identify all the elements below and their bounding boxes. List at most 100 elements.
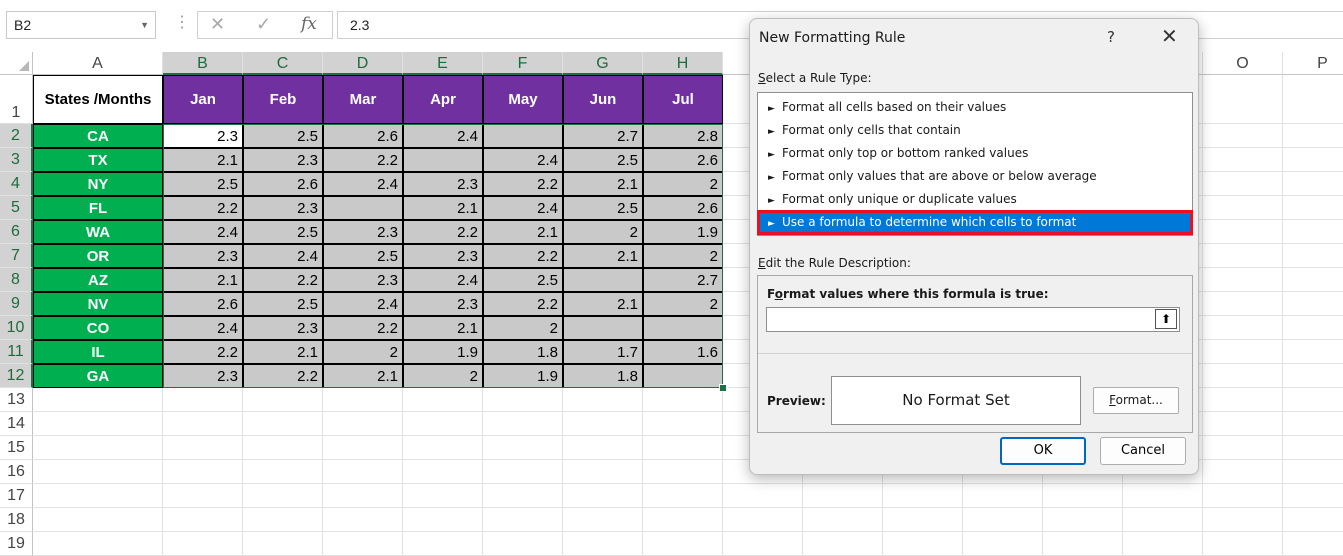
value-cell[interactable]: 2.4 [483,148,563,172]
row-header-2[interactable]: 2 [0,124,33,148]
value-cell[interactable]: 2.1 [563,292,643,316]
empty-cell[interactable] [1283,292,1343,316]
cancel-button[interactable]: Cancel [1100,437,1186,465]
value-cell[interactable]: 2.3 [163,244,243,268]
empty-cell[interactable] [1283,196,1343,220]
value-cell[interactable]: 2.2 [323,316,403,340]
empty-cell[interactable] [563,508,643,532]
empty-cell[interactable] [1203,196,1283,220]
value-cell[interactable]: 1.8 [563,364,643,388]
empty-cell[interactable] [1283,532,1343,556]
empty-cell[interactable] [1283,436,1343,460]
empty-cell[interactable] [563,532,643,556]
empty-cell[interactable] [1283,412,1343,436]
empty-cell[interactable] [403,436,483,460]
empty-cell[interactable] [563,412,643,436]
empty-cell[interactable] [1203,244,1283,268]
value-cell[interactable]: 2.1 [563,244,643,268]
empty-cell[interactable] [563,388,643,412]
empty-cell[interactable] [163,412,243,436]
state-cell[interactable]: OR [33,244,163,268]
row-header-17[interactable]: 17 [0,484,33,508]
empty-cell[interactable] [1283,316,1343,340]
empty-cell[interactable] [483,532,563,556]
value-cell[interactable]: 2.2 [243,268,323,292]
column-header-a[interactable]: A [33,52,163,75]
chevron-down-icon[interactable]: ▼ [140,12,149,38]
empty-cell[interactable] [1283,268,1343,292]
row-header-11[interactable]: 11 [0,340,33,364]
empty-cell[interactable] [1283,508,1343,532]
table-header-month[interactable]: Jul [643,75,723,124]
empty-cell[interactable] [1283,124,1343,148]
empty-cell[interactable] [323,436,403,460]
state-cell[interactable]: GA [33,364,163,388]
value-cell[interactable]: 2.3 [243,196,323,220]
empty-cell[interactable] [323,460,403,484]
value-cell[interactable]: 2.5 [163,172,243,196]
empty-cell[interactable] [803,508,883,532]
empty-cell[interactable] [1203,292,1283,316]
column-header-b[interactable]: B [163,52,243,75]
column-header-o[interactable]: O [1203,52,1283,75]
empty-cell[interactable] [1203,460,1283,484]
empty-cell[interactable] [323,508,403,532]
empty-cell[interactable] [1203,364,1283,388]
empty-cell[interactable] [643,532,723,556]
empty-cell[interactable] [1283,75,1343,124]
value-cell[interactable]: 2.5 [243,292,323,316]
rule-type-item[interactable]: ► Format only unique or duplicate values [758,188,1192,211]
empty-cell[interactable] [803,484,883,508]
empty-cell[interactable] [33,460,163,484]
empty-cell[interactable] [33,532,163,556]
state-cell[interactable]: CO [33,316,163,340]
value-cell[interactable] [563,316,643,340]
value-cell[interactable]: 2.5 [243,124,323,148]
table-header-month[interactable]: Jan [163,75,243,124]
empty-cell[interactable] [643,508,723,532]
empty-cell[interactable] [1283,220,1343,244]
value-cell[interactable] [403,148,483,172]
rule-type-item[interactable]: ► Format only cells that contain [758,119,1192,142]
empty-cell[interactable] [1283,364,1343,388]
value-cell[interactable]: 2.7 [563,124,643,148]
empty-cell[interactable] [163,508,243,532]
value-cell[interactable]: 2.6 [323,124,403,148]
table-header-month[interactable]: Apr [403,75,483,124]
empty-cell[interactable] [483,508,563,532]
value-cell[interactable]: 2.2 [483,172,563,196]
empty-cell[interactable] [963,532,1043,556]
row-header-18[interactable]: 18 [0,508,33,532]
empty-cell[interactable] [1203,508,1283,532]
value-cell[interactable]: 2.3 [403,172,483,196]
value-cell[interactable]: 2.3 [323,268,403,292]
value-cell[interactable]: 2.2 [483,292,563,316]
empty-cell[interactable] [163,484,243,508]
column-header-h[interactable]: H [643,52,723,75]
value-cell[interactable]: 2.1 [243,340,323,364]
row-header-8[interactable]: 8 [0,268,33,292]
empty-cell[interactable] [1203,532,1283,556]
value-cell[interactable]: 2 [323,340,403,364]
empty-cell[interactable] [643,484,723,508]
value-cell[interactable]: 2.3 [243,148,323,172]
empty-cell[interactable] [1203,172,1283,196]
empty-cell[interactable] [963,484,1043,508]
value-cell[interactable]: 2.8 [643,124,723,148]
empty-cell[interactable] [483,412,563,436]
value-cell[interactable]: 2.1 [483,220,563,244]
value-cell[interactable]: 2.5 [323,244,403,268]
empty-cell[interactable] [963,508,1043,532]
empty-cell[interactable] [403,388,483,412]
empty-cell[interactable] [483,388,563,412]
format-button[interactable]: Format... [1093,387,1179,414]
table-header-month[interactable]: Jun [563,75,643,124]
value-cell[interactable]: 2.2 [163,196,243,220]
state-cell[interactable]: FL [33,196,163,220]
value-cell[interactable]: 2.4 [403,124,483,148]
rule-type-item[interactable]: ► Format only values that are above or be… [758,165,1192,188]
empty-cell[interactable] [323,484,403,508]
value-cell[interactable]: 2.3 [243,316,323,340]
row-header-6[interactable]: 6 [0,220,33,244]
column-header-g[interactable]: G [563,52,643,75]
